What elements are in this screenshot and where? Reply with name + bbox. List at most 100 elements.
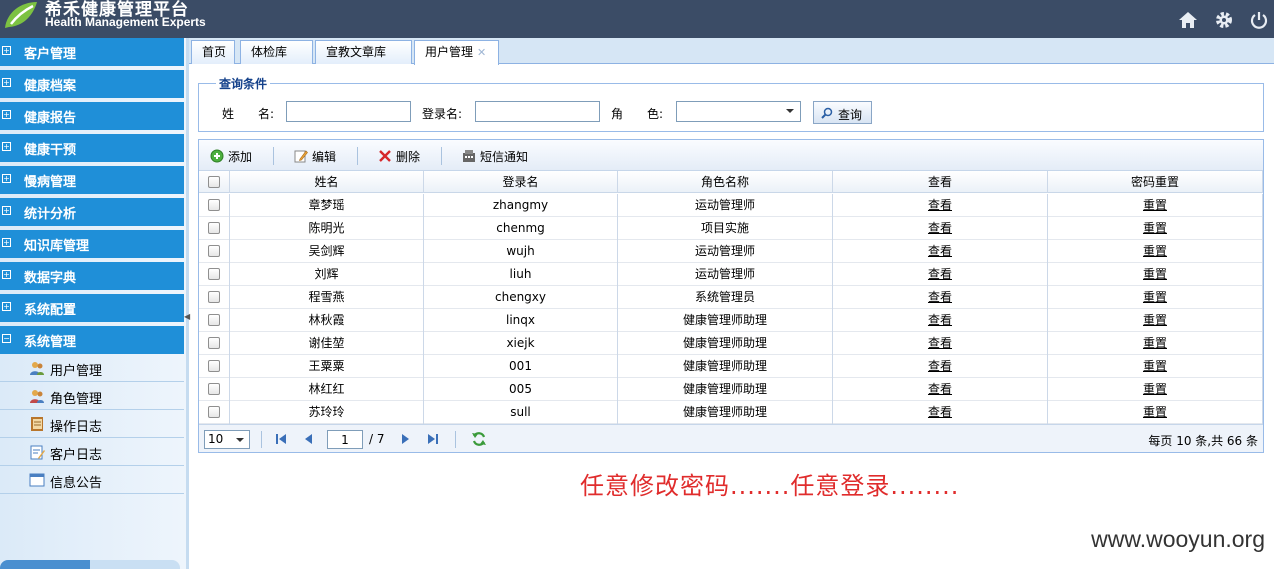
- row-checkbox[interactable]: [208, 360, 220, 372]
- row-select-cell: [199, 309, 230, 332]
- expand-icon: +: [2, 174, 11, 183]
- view-link[interactable]: 查看: [928, 405, 952, 419]
- row-checkbox[interactable]: [208, 199, 220, 211]
- row-checkbox[interactable]: [208, 337, 220, 349]
- table-cell: 查看: [833, 263, 1048, 286]
- view-link[interactable]: 查看: [928, 336, 952, 350]
- edit-button[interactable]: 编辑: [294, 147, 344, 165]
- view-link[interactable]: 查看: [928, 221, 952, 235]
- view-link[interactable]: 查看: [928, 198, 952, 212]
- submenu-announcement[interactable]: 信息公告: [0, 466, 184, 494]
- cell-name: 林秋霞: [308, 313, 345, 327]
- home-icon[interactable]: [1178, 10, 1198, 30]
- reset-password-link[interactable]: 重置: [1143, 267, 1167, 281]
- column-header-name[interactable]: 姓名: [230, 171, 424, 193]
- menu-system-management[interactable]: − 系统管理: [0, 326, 184, 354]
- page-size-select[interactable]: 10: [204, 430, 250, 449]
- reset-password-link[interactable]: 重置: [1143, 382, 1167, 396]
- view-link[interactable]: 查看: [928, 244, 952, 258]
- submenu-role-management[interactable]: 角色管理: [0, 382, 184, 410]
- table-row[interactable]: 王粟粟 001 健康管理师助理 查看 重置: [199, 355, 1263, 378]
- column-header-role[interactable]: 角色名称: [618, 171, 833, 193]
- expand-icon: +: [2, 206, 11, 215]
- row-checkbox[interactable]: [208, 222, 220, 234]
- sidebar-splitter[interactable]: [186, 38, 189, 569]
- power-icon[interactable]: [1249, 10, 1269, 30]
- menu-customer[interactable]: + 客户管理: [0, 38, 184, 66]
- row-checkbox[interactable]: [208, 245, 220, 257]
- table-row[interactable]: 程雪燕 chengxy 系统管理员 查看 重置: [199, 286, 1263, 309]
- table-cell: 运动管理师: [618, 263, 833, 286]
- view-link[interactable]: 查看: [928, 382, 952, 396]
- menu-health-records[interactable]: + 健康档案: [0, 70, 184, 98]
- login-input[interactable]: [475, 101, 600, 122]
- name-input[interactable]: [286, 101, 411, 122]
- select-all-checkbox[interactable]: [208, 176, 220, 188]
- next-page-icon[interactable]: [399, 433, 411, 445]
- menu-statistics[interactable]: + 统计分析: [0, 198, 184, 226]
- menu-system-config[interactable]: + 系统配置: [0, 294, 184, 322]
- tab-exam-library[interactable]: 体检库: [240, 40, 313, 64]
- row-checkbox[interactable]: [208, 406, 220, 418]
- table-row[interactable]: 林红红 005 健康管理师助理 查看 重置: [199, 378, 1263, 401]
- table-row[interactable]: 林秋霞 linqx 健康管理师助理 查看 重置: [199, 309, 1263, 332]
- table-row[interactable]: 刘辉 liuh 运动管理师 查看 重置: [199, 263, 1263, 286]
- reset-password-link[interactable]: 重置: [1143, 405, 1167, 419]
- column-header-login[interactable]: 登录名: [424, 171, 618, 193]
- delete-button[interactable]: 删除: [378, 147, 428, 165]
- table-row[interactable]: 陈明光 chenmg 项目实施 查看 重置: [199, 217, 1263, 240]
- table-cell: 重置: [1048, 240, 1263, 263]
- users-icon: [30, 362, 44, 375]
- prev-page-icon[interactable]: [303, 433, 315, 445]
- close-icon[interactable]: ✕: [477, 46, 486, 59]
- row-checkbox[interactable]: [208, 383, 220, 395]
- row-checkbox[interactable]: [208, 314, 220, 326]
- row-checkbox[interactable]: [208, 268, 220, 280]
- menu-data-dictionary[interactable]: + 数据字典: [0, 262, 184, 290]
- gear-icon[interactable]: [1214, 10, 1234, 30]
- cell-name: 谢佳堃: [308, 336, 345, 350]
- submenu-user-management[interactable]: 用户管理: [0, 354, 184, 382]
- table-row[interactable]: 谢佳堃 xiejk 健康管理师助理 查看 重置: [199, 332, 1263, 355]
- edit-icon: [294, 150, 308, 163]
- menu-chronic-disease[interactable]: + 慢病管理: [0, 166, 184, 194]
- column-header-reset[interactable]: 密码重置: [1048, 171, 1263, 193]
- row-select-cell: [199, 263, 230, 286]
- role-select[interactable]: [676, 101, 801, 122]
- table-row[interactable]: 吴剑辉 wujh 运动管理师 查看 重置: [199, 240, 1263, 263]
- view-link[interactable]: 查看: [928, 267, 952, 281]
- submenu-operation-log[interactable]: 操作日志: [0, 410, 184, 438]
- view-link[interactable]: 查看: [928, 290, 952, 304]
- refresh-icon[interactable]: [471, 431, 487, 447]
- reset-password-link[interactable]: 重置: [1143, 313, 1167, 327]
- reset-password-link[interactable]: 重置: [1143, 359, 1167, 373]
- menu-health-intervention[interactable]: + 健康干预: [0, 134, 184, 162]
- tab-home[interactable]: 首页: [191, 40, 235, 64]
- table-row[interactable]: 苏玲玲 sull 健康管理师助理 查看 重置: [199, 401, 1263, 424]
- app-header: 希禾健康管理平台 Health Management Experts: [0, 0, 1274, 38]
- reset-password-link[interactable]: 重置: [1143, 290, 1167, 304]
- page-number-input[interactable]: [327, 430, 363, 449]
- first-page-icon[interactable]: [275, 433, 287, 445]
- table-cell: 谢佳堃: [230, 332, 424, 355]
- reset-password-link[interactable]: 重置: [1143, 221, 1167, 235]
- sms-notify-button[interactable]: 短信通知: [462, 147, 536, 165]
- add-button[interactable]: 添加: [210, 147, 260, 165]
- menu-health-report[interactable]: + 健康报告: [0, 102, 184, 130]
- reset-password-link[interactable]: 重置: [1143, 244, 1167, 258]
- reset-password-link[interactable]: 重置: [1143, 198, 1167, 212]
- table-row[interactable]: 章梦瑶 zhangmy 运动管理师 查看 重置: [199, 194, 1263, 217]
- tab-user-management[interactable]: 用户管理 ✕: [414, 40, 499, 65]
- view-link[interactable]: 查看: [928, 359, 952, 373]
- tab-education-articles[interactable]: 宣教文章库: [315, 40, 412, 64]
- search-button[interactable]: 查询: [813, 101, 872, 124]
- collapse-arrow-icon[interactable]: ◀: [184, 312, 190, 322]
- row-checkbox[interactable]: [208, 291, 220, 303]
- submenu-customer-log[interactable]: 客户日志: [0, 438, 184, 466]
- column-header-view[interactable]: 查看: [833, 171, 1048, 193]
- last-page-icon[interactable]: [427, 433, 439, 445]
- reset-password-link[interactable]: 重置: [1143, 336, 1167, 350]
- table-cell: chengxy: [424, 286, 618, 309]
- view-link[interactable]: 查看: [928, 313, 952, 327]
- menu-knowledge-base[interactable]: + 知识库管理: [0, 230, 184, 258]
